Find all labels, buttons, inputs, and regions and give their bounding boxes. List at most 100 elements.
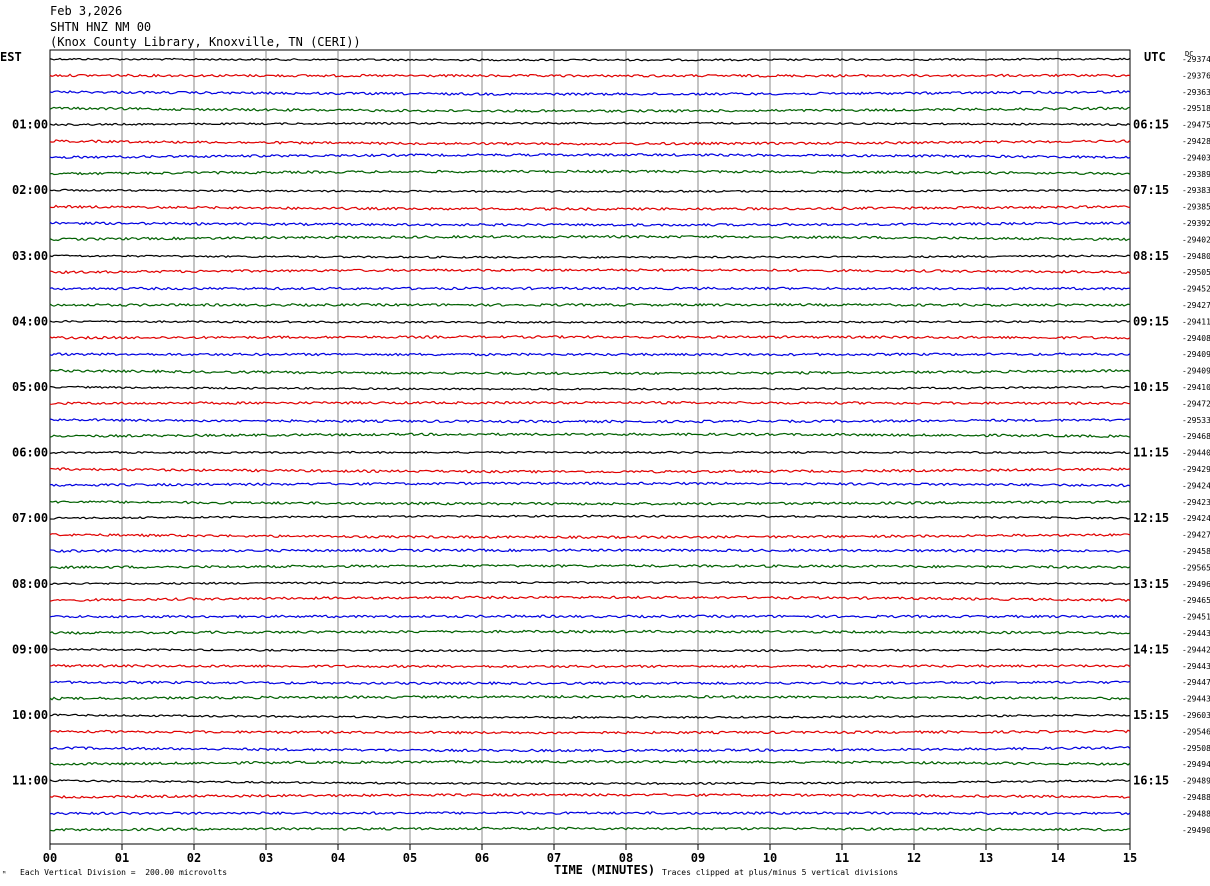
utc-time-label: 13:15 [1133, 577, 1169, 591]
trace-line [49, 564, 1131, 570]
trace-line [49, 152, 1131, 159]
trace-line [49, 729, 1131, 735]
trace-line [49, 385, 1131, 391]
x-tick-label: 03 [259, 851, 273, 865]
dc-offset-label: -29505 [1182, 268, 1210, 277]
dc-offset-label: -29403 [1182, 153, 1210, 162]
dc-offset-label: -29363 [1182, 88, 1210, 97]
est-time-label: 06:00 [12, 446, 48, 460]
dc-offset-label: -29427 [1182, 531, 1210, 540]
trace-line [49, 169, 1131, 176]
dc-offset-label: -29383 [1182, 186, 1210, 195]
utc-time-label: 15:15 [1133, 708, 1169, 722]
trace-line [49, 779, 1131, 786]
dc-offset-label: -29472 [1182, 399, 1210, 408]
trace-line [49, 90, 1131, 97]
dc-offset-label: -29428 [1182, 137, 1210, 146]
trace-line [49, 595, 1131, 603]
dc-offset-label: -29443 [1182, 662, 1210, 671]
trace-line [49, 713, 1131, 720]
x-tick-label: 01 [115, 851, 129, 865]
trace-line [49, 400, 1131, 406]
est-time-label: 01:00 [12, 118, 48, 132]
est-time-label: 09:00 [12, 642, 48, 656]
x-tick-label: 05 [403, 851, 417, 865]
dc-offset-label: -29429 [1182, 465, 1210, 474]
dc-offset-label: -29489 [1182, 777, 1210, 786]
dc-offset-label: -29533 [1182, 416, 1210, 425]
est-time-label: 08:00 [12, 577, 48, 591]
dc-offset-label: -29427 [1182, 301, 1210, 310]
x-tick-label: 11 [835, 851, 849, 865]
x-tick-label: 12 [907, 851, 921, 865]
dc-offset-label: -29488 [1182, 809, 1210, 818]
dc-offset-label: -29374 [1182, 55, 1210, 64]
dc-offset-label: -29424 [1182, 514, 1210, 523]
x-tick-label: 00 [43, 851, 57, 865]
trace-line [49, 234, 1131, 242]
x-tick-label: 13 [979, 851, 993, 865]
est-time-label: 04:00 [12, 314, 48, 328]
trace-line [49, 811, 1131, 816]
scale-note: Each Vertical Division = 200.00 microvol… [20, 868, 228, 877]
x-tick-label: 09 [691, 851, 705, 865]
trace-line [49, 286, 1131, 291]
trace-line [49, 334, 1131, 340]
trace-line [49, 614, 1131, 619]
dc-offset-label: -29443 [1182, 695, 1210, 704]
dc-offset-label: -29565 [1182, 563, 1210, 572]
dc-offset-label: -29411 [1182, 317, 1210, 326]
utc-time-label: 11:15 [1133, 446, 1169, 460]
trace-line [49, 663, 1131, 669]
dc-offset-label: -29465 [1182, 596, 1210, 605]
est-time-label: 10:00 [12, 708, 48, 722]
trace-line [49, 319, 1131, 324]
utc-time-label: 12:15 [1133, 511, 1169, 525]
dc-offset-label: -29402 [1182, 235, 1210, 244]
x-tick-label: 02 [187, 851, 201, 865]
dc-offset-label: -29603 [1182, 711, 1210, 720]
dc-offset-label: -29451 [1182, 613, 1210, 622]
x-tick-label: 10 [763, 851, 777, 865]
trace-line [49, 254, 1131, 259]
trace-line [49, 450, 1131, 455]
clip-note: Traces clipped at plus/minus 5 vertical … [662, 868, 899, 877]
dc-offset-label: -29518 [1182, 104, 1210, 113]
trace-line [49, 746, 1131, 753]
trace-line [49, 268, 1131, 274]
trace-line [49, 647, 1131, 653]
dc-offset-label: -29494 [1182, 760, 1210, 769]
dc-offset-label: -29480 [1182, 252, 1210, 261]
grid [49, 49, 1131, 850]
dc-offset-label: -29468 [1182, 432, 1210, 441]
dc-offset-label: -29458 [1182, 547, 1210, 556]
trace-line [49, 694, 1131, 701]
dc-offset-label: -29490 [1182, 826, 1210, 835]
dc-offset-label: -29447 [1182, 678, 1210, 687]
utc-time-label: 14:15 [1133, 642, 1169, 656]
trace-line [49, 221, 1131, 227]
trace-line [49, 368, 1131, 376]
trace-line [49, 514, 1131, 520]
trace-line [49, 680, 1131, 686]
trace-line [49, 204, 1131, 211]
dc-offset-label: -29442 [1182, 645, 1210, 654]
utc-time-label: 06:15 [1133, 118, 1169, 132]
est-time-label: 05:00 [12, 380, 48, 394]
helicorder-plot: 00 01 02 03 04 05 06 07 08 09 10 11 12 13 14 15-29374-2… [12, 49, 1210, 865]
dc-offset-label: -29440 [1182, 449, 1210, 458]
x-tick-label: 06 [475, 851, 489, 865]
x-tick-label: 15 [1123, 851, 1137, 865]
est-time-label: 11:00 [12, 774, 48, 788]
trace-line [49, 57, 1131, 62]
trace-line [49, 481, 1131, 488]
utc-time-label: 09:15 [1133, 314, 1169, 328]
trace-line [49, 792, 1131, 799]
trace-line [49, 121, 1131, 127]
trace-line [49, 418, 1131, 424]
trace-line [49, 467, 1131, 474]
dc-offset-label: -29389 [1182, 170, 1210, 179]
dc-offset-label: -29488 [1182, 793, 1210, 802]
dc-offset-label: -29385 [1182, 203, 1210, 212]
utc-time-label: 16:15 [1133, 774, 1169, 788]
